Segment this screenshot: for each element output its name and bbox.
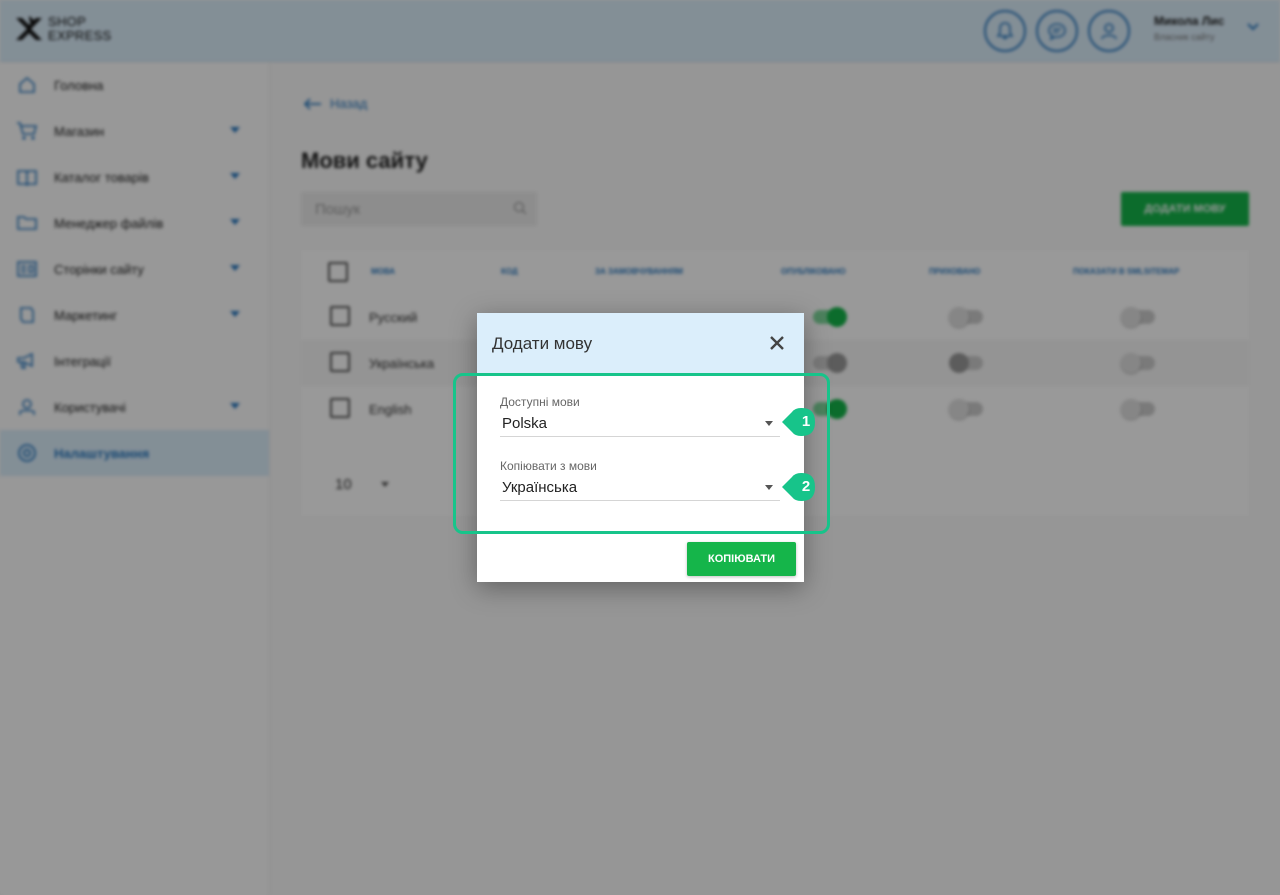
close-icon[interactable] xyxy=(767,333,787,353)
step-marker-2: 2 xyxy=(782,472,816,502)
highlight-frame xyxy=(453,373,830,534)
copy-button[interactable]: КОПІЮВАТИ xyxy=(687,542,796,576)
dialog-header: Додати мову xyxy=(477,313,804,374)
marker-number: 2 xyxy=(801,478,811,495)
marker-number: 1 xyxy=(801,413,811,430)
dialog-title: Додати мову xyxy=(492,334,593,353)
step-marker-1: 1 xyxy=(782,407,816,437)
